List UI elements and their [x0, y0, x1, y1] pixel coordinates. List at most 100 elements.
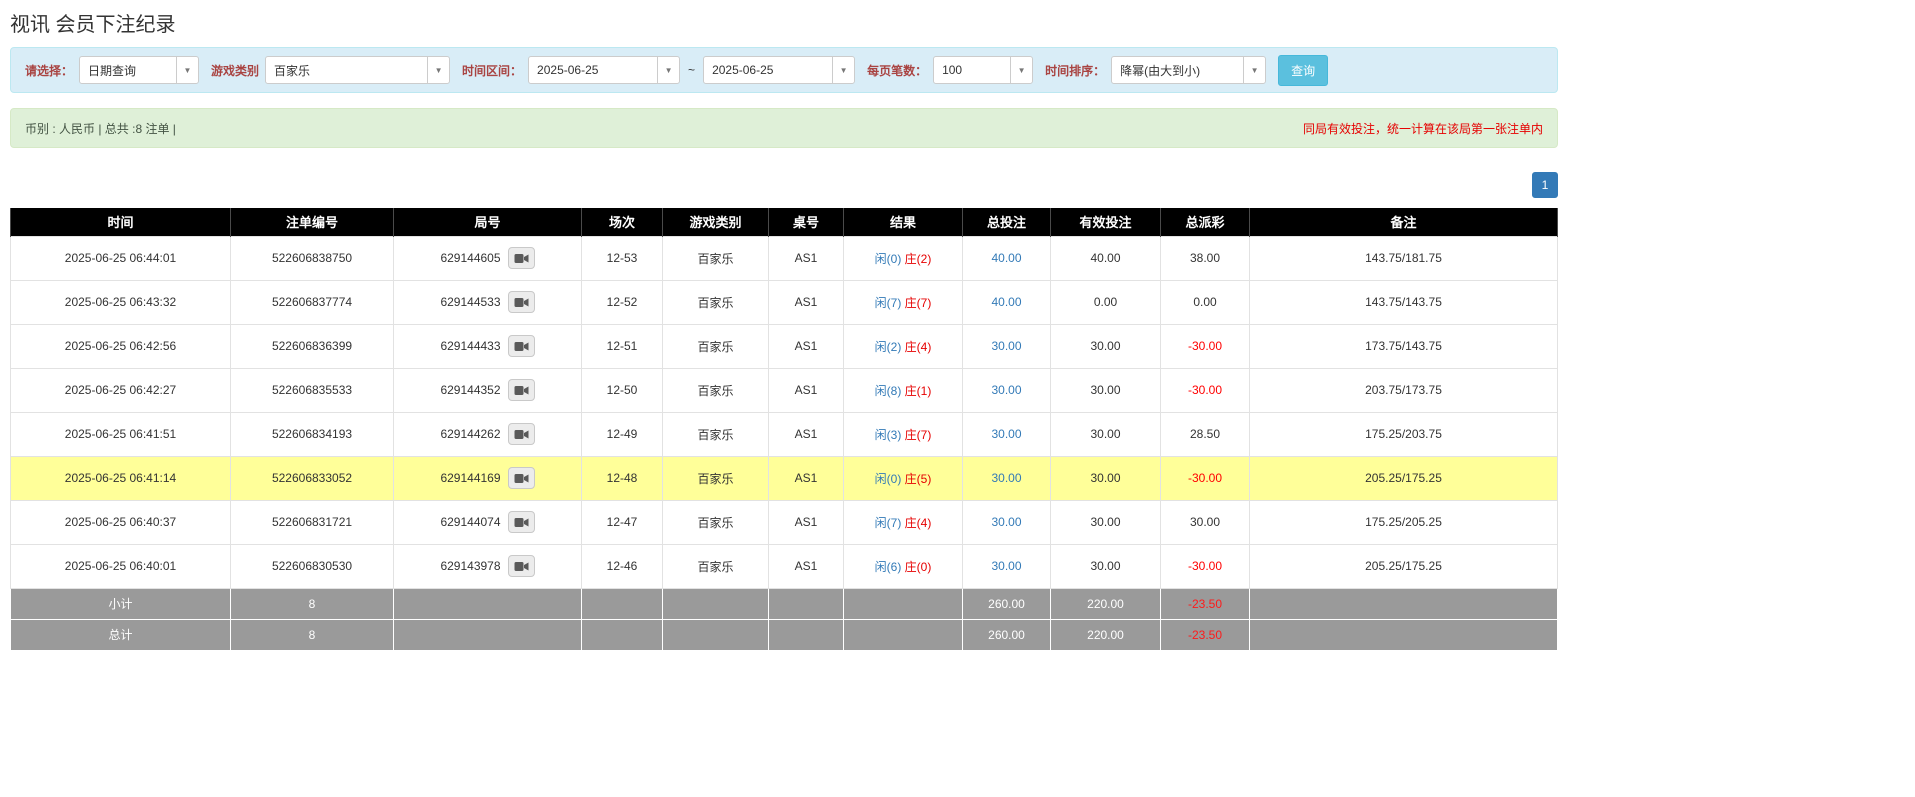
- video-replay-button[interactable]: [508, 379, 535, 401]
- video-replay-icon: [514, 517, 529, 528]
- subtotal-total-bet: 260.00: [963, 588, 1051, 619]
- column-header: 备注: [1250, 208, 1558, 236]
- cell-total-bet: 30.00: [963, 500, 1051, 544]
- page-content: 视讯 会员下注纪录 请选择： 日期查询 ▼ 游戏类别 百家乐 ▼ 时间区间： 2…: [10, 0, 1558, 651]
- round-id-text: 629143978: [440, 559, 500, 573]
- column-header: 总派彩: [1161, 208, 1250, 236]
- cell-round-id: 629144074: [394, 500, 582, 544]
- date-from-dropdown[interactable]: 2025-06-25 ▼: [528, 56, 680, 84]
- total-bet-link[interactable]: 30.00: [991, 339, 1021, 353]
- column-header: 局号: [394, 208, 582, 236]
- cell-bet-id: 522606835533: [231, 368, 394, 412]
- caret-down-icon: ▼: [1243, 57, 1265, 83]
- video-replay-icon: [514, 561, 529, 572]
- result-banker-text: 庄(5): [905, 472, 932, 486]
- total-bet-link[interactable]: 30.00: [991, 427, 1021, 441]
- result-player-text: 闲(7): [875, 296, 902, 310]
- sort-order-label: 时间排序：: [1045, 62, 1105, 79]
- pagination: 1: [10, 172, 1558, 198]
- total-bet-link[interactable]: 30.00: [991, 559, 1021, 573]
- subtotal-empty-cell: [844, 588, 963, 619]
- cell-valid-bet: 30.00: [1051, 544, 1161, 588]
- table-header-row: 时间注单编号局号场次游戏类别桌号结果总投注有效投注总派彩备注: [11, 208, 1558, 236]
- round-id-text: 629144433: [440, 339, 500, 353]
- cell-remark: 175.25/203.75: [1250, 412, 1558, 456]
- total-bet-link[interactable]: 40.00: [991, 251, 1021, 265]
- cell-time: 2025-06-25 06:42:27: [11, 368, 231, 412]
- caret-down-icon: ▼: [657, 57, 679, 83]
- result-banker-text: 庄(4): [905, 516, 932, 530]
- subtotal-empty-cell: [769, 588, 844, 619]
- table-body: 2025-06-25 06:44:01522606838750629144605…: [11, 236, 1558, 588]
- cell-time: 2025-06-25 06:40:37: [11, 500, 231, 544]
- cell-remark: 173.75/143.75: [1250, 324, 1558, 368]
- cell-game-type: 百家乐: [663, 500, 769, 544]
- result-banker-text: 庄(4): [905, 340, 932, 354]
- cell-total-bet: 40.00: [963, 236, 1051, 280]
- result-banker-text: 庄(7): [905, 296, 932, 310]
- cell-payout: 30.00: [1161, 500, 1250, 544]
- cell-remark: 205.25/175.25: [1250, 456, 1558, 500]
- video-replay-button[interactable]: [508, 335, 535, 357]
- page-size-dropdown[interactable]: 100 ▼: [933, 56, 1033, 84]
- subtotal-label: 小计: [11, 588, 231, 619]
- video-replay-button[interactable]: [508, 423, 535, 445]
- video-replay-button[interactable]: [508, 555, 535, 577]
- cell-session: 12-53: [582, 236, 663, 280]
- cell-result: 闲(8) 庄(1): [844, 368, 963, 412]
- cell-result: 闲(7) 庄(4): [844, 500, 963, 544]
- total-bet-link[interactable]: 30.00: [991, 515, 1021, 529]
- sort-order-dropdown[interactable]: 降幂(由大到小) ▼: [1111, 56, 1266, 84]
- date-to-dropdown[interactable]: 2025-06-25 ▼: [703, 56, 855, 84]
- cell-result: 闲(0) 庄(2): [844, 236, 963, 280]
- cell-remark: 143.75/181.75: [1250, 236, 1558, 280]
- cell-table-no: AS1: [769, 368, 844, 412]
- total-empty-cell: [1250, 619, 1558, 650]
- video-replay-button[interactable]: [508, 247, 535, 269]
- cell-total-bet: 30.00: [963, 324, 1051, 368]
- cell-valid-bet: 0.00: [1051, 280, 1161, 324]
- total-bet-link[interactable]: 30.00: [991, 471, 1021, 485]
- date-from-value: 2025-06-25: [529, 57, 657, 83]
- cell-payout: 38.00: [1161, 236, 1250, 280]
- video-replay-button[interactable]: [508, 511, 535, 533]
- query-type-dropdown[interactable]: 日期查询 ▼: [79, 56, 199, 84]
- cell-payout: 28.50: [1161, 412, 1250, 456]
- table-row: 2025-06-25 06:40:37522606831721629144074…: [11, 500, 1558, 544]
- video-replay-button[interactable]: [508, 291, 535, 313]
- cell-table-no: AS1: [769, 412, 844, 456]
- cell-payout: -30.00: [1161, 368, 1250, 412]
- notice-text: 同局有效投注，统一计算在该局第一张注单内: [1303, 120, 1543, 137]
- result-player-text: 闲(2): [875, 340, 902, 354]
- cell-result: 闲(6) 庄(0): [844, 544, 963, 588]
- game-type-value: 百家乐: [266, 57, 427, 83]
- column-header: 桌号: [769, 208, 844, 236]
- total-bet-link[interactable]: 30.00: [991, 383, 1021, 397]
- video-replay-icon: [514, 253, 529, 264]
- cell-round-id: 629144605: [394, 236, 582, 280]
- cell-total-bet: 30.00: [963, 412, 1051, 456]
- total-total-bet: 260.00: [963, 619, 1051, 650]
- game-type-dropdown[interactable]: 百家乐 ▼: [265, 56, 450, 84]
- result-banker-text: 庄(7): [905, 428, 932, 442]
- cell-session: 12-51: [582, 324, 663, 368]
- column-header: 场次: [582, 208, 663, 236]
- cell-game-type: 百家乐: [663, 544, 769, 588]
- page-size-label: 每页笔数：: [867, 62, 927, 79]
- video-replay-button[interactable]: [508, 467, 535, 489]
- cell-remark: 143.75/143.75: [1250, 280, 1558, 324]
- search-button[interactable]: 查询: [1278, 55, 1328, 86]
- subtotal-row: 小计 8 260.00 220.00 -23.50: [11, 588, 1558, 619]
- cell-time: 2025-06-25 06:40:01: [11, 544, 231, 588]
- column-header: 游戏类别: [663, 208, 769, 236]
- result-player-text: 闲(3): [875, 428, 902, 442]
- round-id-text: 629144605: [440, 251, 500, 265]
- cell-bet-id: 522606838750: [231, 236, 394, 280]
- cell-valid-bet: 30.00: [1051, 456, 1161, 500]
- total-bet-link[interactable]: 40.00: [991, 295, 1021, 309]
- table-row: 2025-06-25 06:43:32522606837774629144533…: [11, 280, 1558, 324]
- cell-table-no: AS1: [769, 544, 844, 588]
- page-button-1[interactable]: 1: [1532, 172, 1558, 198]
- cell-payout: -30.00: [1161, 324, 1250, 368]
- cell-session: 12-48: [582, 456, 663, 500]
